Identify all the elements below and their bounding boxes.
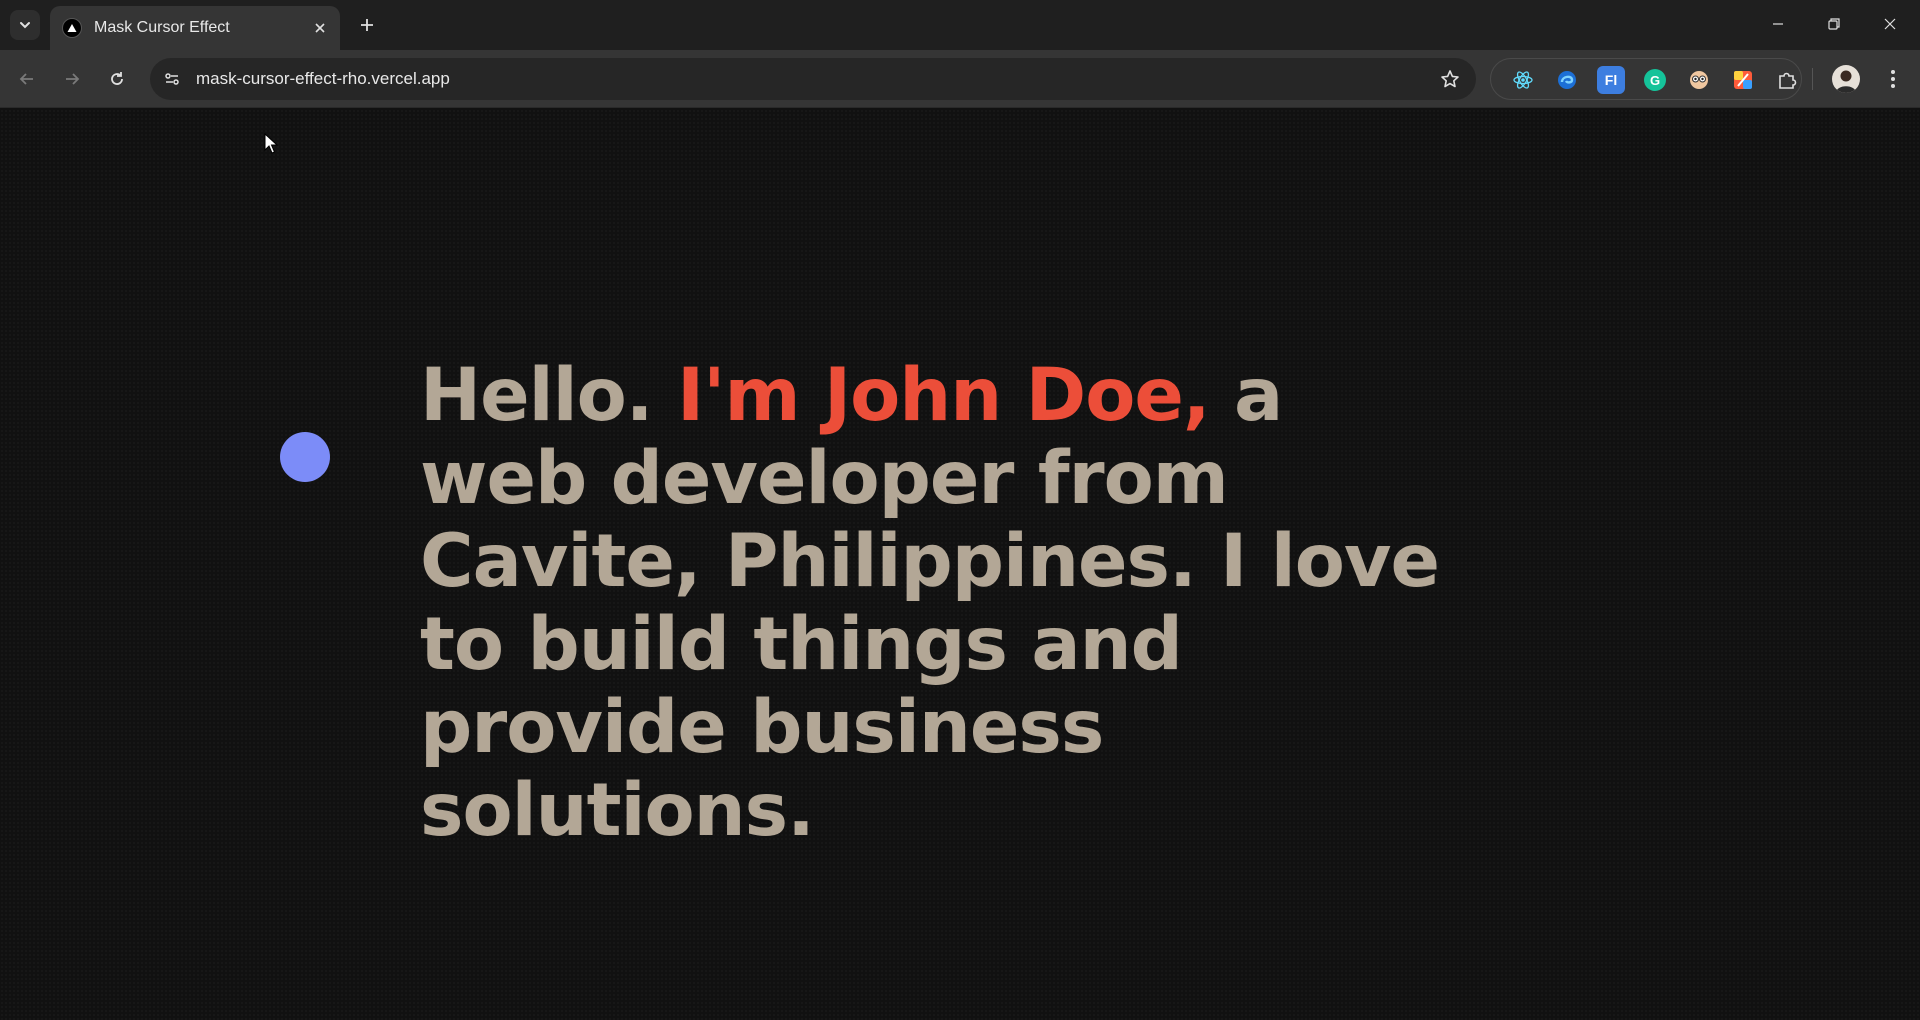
restore-button[interactable] [1806, 0, 1862, 48]
edge-icon[interactable] [1553, 66, 1581, 94]
url-text[interactable]: mask-cursor-effect-rho.vercel.app [196, 69, 450, 89]
tab-strip: Mask Cursor Effect [0, 0, 1920, 50]
grammarly-icon[interactable]: G [1641, 66, 1669, 94]
extensions-area: Fl G [1490, 58, 1802, 100]
address-bar[interactable]: mask-cursor-effect-rho.vercel.app [150, 58, 1476, 100]
bookmark-button[interactable] [1438, 67, 1462, 91]
new-tab-button[interactable] [353, 11, 381, 39]
plus-icon [361, 19, 373, 31]
close-window-button[interactable] [1862, 0, 1918, 48]
active-tab[interactable]: Mask Cursor Effect [50, 6, 340, 50]
arrow-left-icon [19, 73, 33, 85]
close-icon [315, 23, 325, 33]
headline-intro: Hello. [420, 353, 677, 438]
close-icon [1884, 18, 1896, 30]
fl-icon[interactable]: Fl [1597, 66, 1625, 94]
tune-icon [165, 73, 179, 85]
toolbar-divider [1812, 68, 1813, 90]
hero-headline: Hello. I'm John Doe, a web developer fro… [420, 354, 1470, 852]
minimize-icon [1773, 23, 1783, 25]
tab-search-button[interactable] [10, 10, 40, 40]
puzzle-icon[interactable] [1773, 66, 1801, 94]
site-info-button[interactable] [156, 63, 188, 95]
reload-icon [111, 72, 123, 85]
tab-title: Mask Cursor Effect [94, 19, 230, 36]
mask-cursor-dot [280, 432, 330, 482]
browser-toolbar: mask-cursor-effect-rho.vercel.app Fl G [0, 50, 1920, 108]
vercel-icon [62, 18, 82, 38]
forward-button[interactable] [55, 62, 89, 96]
minimize-button[interactable] [1750, 0, 1806, 48]
star-icon [1441, 70, 1459, 88]
avatar[interactable] [1832, 65, 1860, 93]
page-content: Hello. I'm John Doe, a web developer fro… [0, 109, 1920, 1020]
eyes-icon[interactable] [1685, 66, 1713, 94]
arrow-right-icon [66, 73, 80, 85]
browser-menu-button[interactable] [1878, 64, 1908, 94]
reload-button[interactable] [100, 62, 134, 96]
headline-name: I'm John Doe, [676, 353, 1211, 438]
back-button[interactable] [10, 62, 44, 96]
restore-icon [1828, 18, 1840, 30]
kebab-menu-icon [1891, 70, 1895, 88]
mouse-cursor-icon [264, 133, 278, 154]
close-tab-button[interactable] [310, 18, 330, 38]
colorpick-icon[interactable] [1729, 66, 1757, 94]
react-devtools-icon[interactable] [1509, 66, 1537, 94]
chevron-down-icon [20, 22, 30, 29]
